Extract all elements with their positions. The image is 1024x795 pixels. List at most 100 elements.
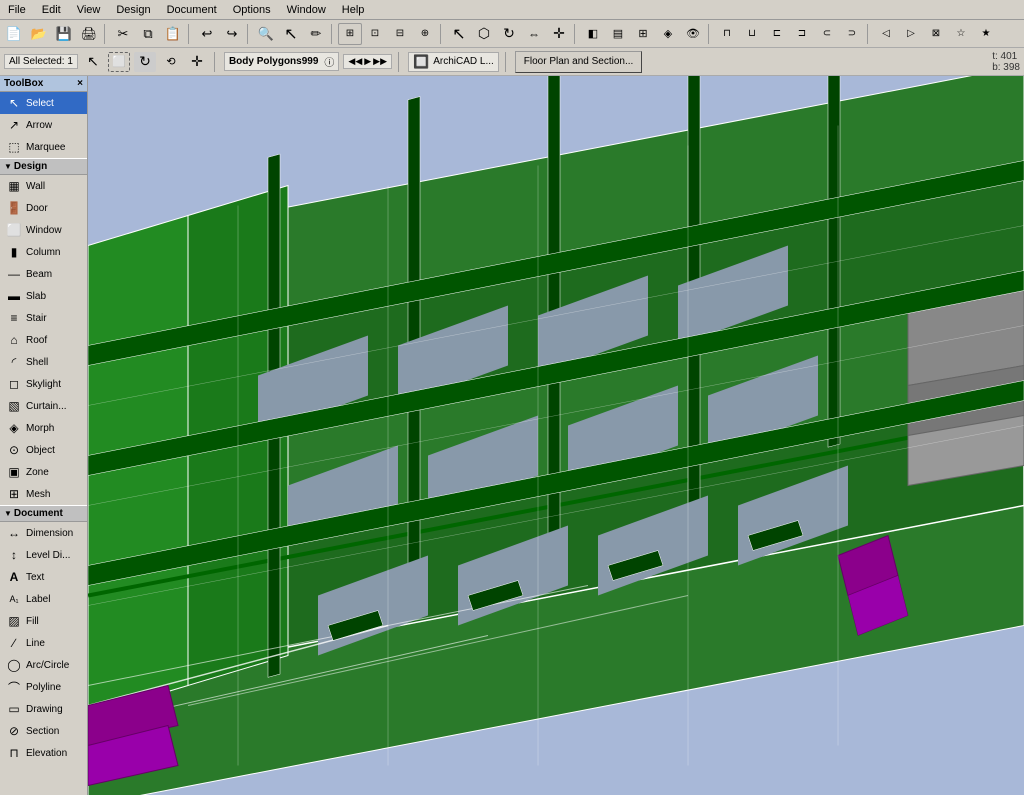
tool-beam[interactable]: — Beam (0, 263, 87, 285)
tool-h[interactable]: ▷ (899, 23, 923, 45)
tool-object[interactable]: ⊙ Object (0, 439, 87, 461)
menu-window[interactable]: Window (279, 2, 334, 18)
transform-icon[interactable]: ⟲ (160, 52, 182, 72)
pointer-button[interactable]: ↖ (279, 23, 303, 45)
tool-line[interactable]: ∕ Line (0, 632, 87, 654)
level-dim-icon: ↕ (6, 547, 22, 563)
open-button[interactable]: 📂 (27, 23, 51, 45)
layers-tool[interactable]: ◧ (581, 23, 605, 45)
dotted-rect-tool[interactable]: ⬜ (108, 52, 130, 72)
menu-file[interactable]: File (0, 2, 34, 18)
tool-e[interactable]: ⊂ (815, 23, 839, 45)
tool-polyline[interactable]: ⌒ Polyline (0, 676, 87, 698)
arrow-icon: ↗ (6, 117, 22, 133)
menu-options[interactable]: Options (225, 2, 279, 18)
tool-door[interactable]: 🚪 Door (0, 197, 87, 219)
select-tool-icon[interactable]: ↖ (82, 52, 104, 72)
new-button[interactable]: 📄 (2, 23, 26, 45)
tool-section[interactable]: ⊘ Section (0, 720, 87, 742)
mirror-tool[interactable]: ⇔ (522, 23, 546, 45)
redo-button[interactable]: ↪ (220, 23, 244, 45)
sep-sel1 (214, 52, 218, 72)
sep1 (104, 24, 108, 44)
grid-tool[interactable]: ⊞ (631, 23, 655, 45)
menu-help[interactable]: Help (334, 2, 373, 18)
cut-button[interactable]: ✂ (111, 23, 135, 45)
tool-c[interactable]: ⊏ (765, 23, 789, 45)
tool-column[interactable]: ▮ Column (0, 241, 87, 263)
tool-text[interactable]: A Text (0, 566, 87, 588)
rotate-tool[interactable]: ↻ (497, 23, 521, 45)
snap2-button[interactable]: ⊡ (363, 23, 387, 45)
tool-d[interactable]: ⊐ (790, 23, 814, 45)
snap1-button[interactable]: ⊞ (338, 23, 362, 45)
tool-stair[interactable]: ≡ Stair (0, 307, 87, 329)
info-icon[interactable]: ⓘ (324, 54, 334, 69)
filter-tool[interactable]: ▤ (606, 23, 630, 45)
floor-plan-button[interactable]: Floor Plan and Section... (515, 51, 643, 73)
nav-prev-btn[interactable]: ◀◀ (348, 56, 362, 67)
tool-slab[interactable]: ▬ Slab (0, 285, 87, 307)
tool-level-dim[interactable]: ↕ Level Di... (0, 544, 87, 566)
tool-mesh[interactable]: ⊞ Mesh (0, 483, 87, 505)
skylight-icon: ◻ (6, 376, 22, 392)
paste-button[interactable]: 📋 (161, 23, 185, 45)
menu-view[interactable]: View (69, 2, 109, 18)
zoom-button[interactable]: 🔍 (254, 23, 278, 45)
snap3-button[interactable]: ⊟ (388, 23, 412, 45)
tool-window[interactable]: ⬜ Window (0, 219, 87, 241)
move-icon[interactable]: ✛ (186, 52, 208, 72)
nav-play-btn[interactable]: ▶ (364, 56, 371, 67)
tool-k[interactable]: ★ (974, 23, 998, 45)
snap4-button[interactable]: ⊕ (413, 23, 437, 45)
tool-g[interactable]: ◁ (874, 23, 898, 45)
tool-label[interactable]: A₁ Label (0, 588, 87, 610)
tool-arrow[interactable]: ↗ Arrow (0, 114, 87, 136)
menu-edit[interactable]: Edit (34, 2, 69, 18)
tool-b[interactable]: ⊔ (740, 23, 764, 45)
tool-fill[interactable]: ▨ Fill (0, 610, 87, 632)
menu-document[interactable]: Document (159, 2, 225, 18)
design-section[interactable]: Design (0, 158, 87, 175)
tool-drawing[interactable]: ▭ Drawing (0, 698, 87, 720)
tool-morph[interactable]: ◈ Morph (0, 417, 87, 439)
copy-button[interactable]: ⧉ (136, 23, 160, 45)
toolbox-close-btn[interactable]: × (77, 78, 83, 89)
tool-roof[interactable]: ⌂ Roof (0, 329, 87, 351)
sep5 (440, 24, 444, 44)
object-icon: ⊙ (6, 442, 22, 458)
tool-curtain[interactable]: ▧ Curtain... (0, 395, 87, 417)
tool-marquee[interactable]: ⬚ Marquee (0, 136, 87, 158)
move-tool[interactable]: ✛ (547, 23, 571, 45)
viewport[interactable] (88, 76, 1024, 795)
nav-next-btn[interactable]: ▶▶ (373, 56, 387, 67)
print-button[interactable]: 🖨 (77, 23, 101, 45)
toolbox-title: ToolBox (4, 78, 43, 89)
tool-a[interactable]: ⊓ (715, 23, 739, 45)
archicad-layer: 🔲 ArchiCAD L... (408, 52, 499, 72)
tool-shell[interactable]: ◜ Shell (0, 351, 87, 373)
tool-select[interactable]: ↖ Select (0, 92, 87, 114)
3d-tool[interactable]: ◈ (656, 23, 680, 45)
tool-j[interactable]: ☆ (949, 23, 973, 45)
tool-zone[interactable]: ▣ Zone (0, 461, 87, 483)
tool-arc[interactable]: ◯ Arc/Circle (0, 654, 87, 676)
pencil-button[interactable]: ✏ (304, 23, 328, 45)
tool-i[interactable]: ⊠ (924, 23, 948, 45)
menu-bar: File Edit View Design Document Options W… (0, 0, 1024, 20)
document-section[interactable]: Document (0, 505, 87, 522)
cursor-tool[interactable]: ↖ (447, 23, 471, 45)
eye-tool[interactable]: 👁 (681, 23, 705, 45)
rotate-icon[interactable]: ↻ (134, 52, 156, 72)
tool-elevation[interactable]: ⊓ Elevation (0, 742, 87, 764)
tool-skylight[interactable]: ◻ Skylight (0, 373, 87, 395)
undo-button[interactable]: ↩ (195, 23, 219, 45)
tool-wall[interactable]: ▦ Wall (0, 175, 87, 197)
save-button[interactable]: 💾 (52, 23, 76, 45)
sep3 (247, 24, 251, 44)
menu-design[interactable]: Design (108, 2, 158, 18)
lasso-tool[interactable]: ⬡ (472, 23, 496, 45)
tool-dimension[interactable]: ↔ Dimension (0, 522, 87, 544)
tool-f[interactable]: ⊃ (840, 23, 864, 45)
fill-icon: ▨ (6, 613, 22, 629)
